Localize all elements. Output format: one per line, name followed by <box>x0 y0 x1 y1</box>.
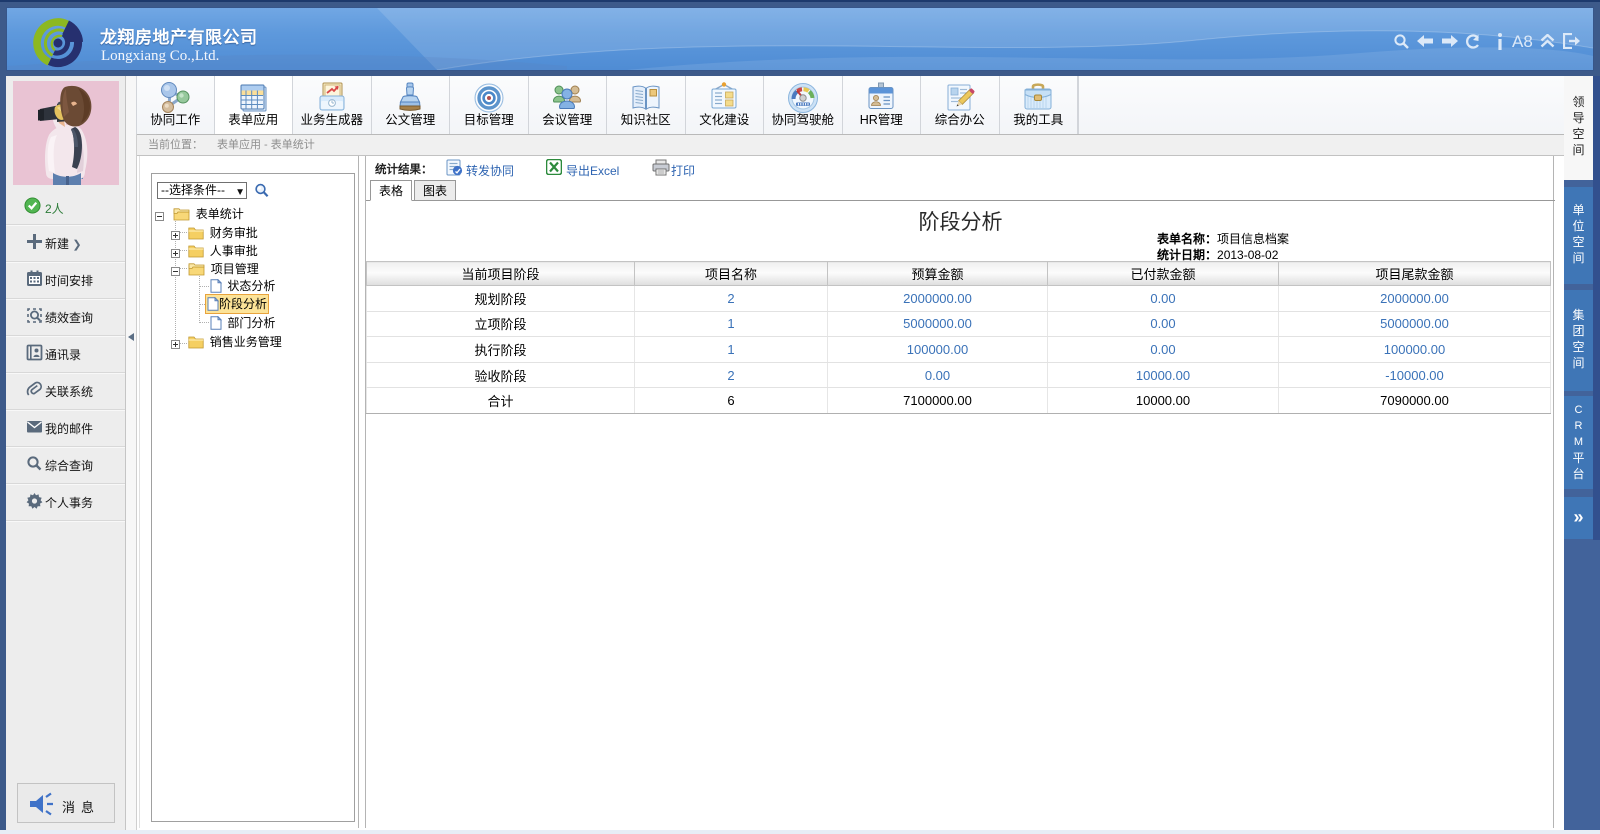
svg-text:A8: A8 <box>1512 32 1533 50</box>
